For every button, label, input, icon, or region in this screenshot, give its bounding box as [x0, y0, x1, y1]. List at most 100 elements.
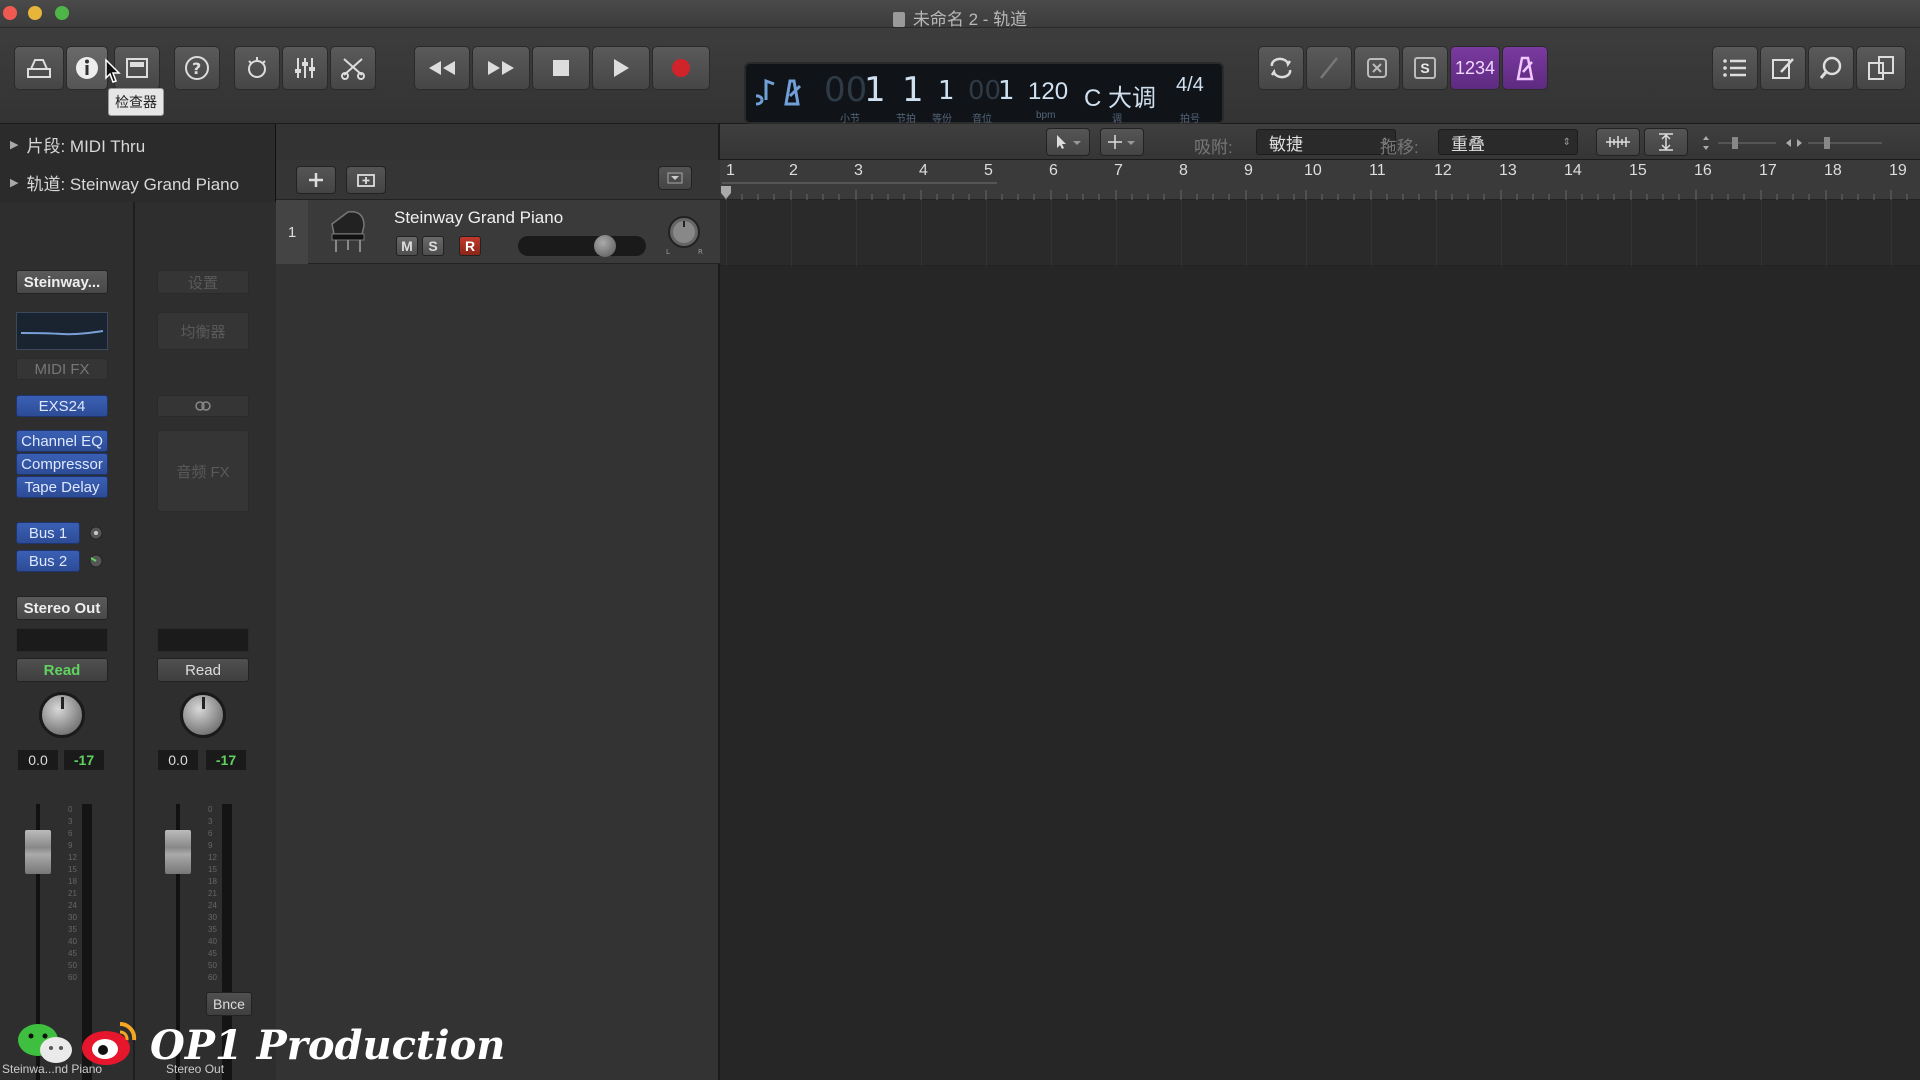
- audio-fx-slot-1[interactable]: Channel EQ: [16, 430, 108, 452]
- metronome-button[interactable]: [1502, 46, 1548, 90]
- bar-number: 7: [1114, 162, 1123, 179]
- note-pad-button[interactable]: [1760, 46, 1806, 90]
- track-folder-button[interactable]: [346, 166, 386, 194]
- solo-button[interactable]: S: [1402, 46, 1448, 90]
- stop-icon: [553, 60, 569, 76]
- smart-controls-button[interactable]: [234, 46, 280, 90]
- rewind-button[interactable]: [414, 46, 470, 90]
- library-button[interactable]: [14, 46, 64, 90]
- lcd-display[interactable]: 00 1 小节 1 节拍 1 等份 00 1 音位 120 bpm C 大调 调…: [744, 62, 1224, 125]
- track-name[interactable]: Steinway Grand Piano: [394, 208, 563, 228]
- mixer-icon: [295, 58, 315, 78]
- link-button[interactable]: [157, 395, 249, 417]
- global-tracks-button[interactable]: [658, 166, 692, 190]
- pan-knob-icon[interactable]: LR: [662, 212, 706, 256]
- grand-piano-icon[interactable]: [326, 206, 370, 256]
- send-level-knob-icon[interactable]: [88, 525, 104, 541]
- automation-mode-button[interactable]: Read: [16, 658, 108, 682]
- cycle-button[interactable]: [1258, 46, 1304, 90]
- waveform-zoom-button[interactable]: [1596, 128, 1640, 156]
- audio-fx-slot-2[interactable]: Compressor: [16, 453, 108, 475]
- stop-button[interactable]: [532, 46, 590, 90]
- record-button[interactable]: [652, 46, 710, 90]
- quick-help-button[interactable]: ?: [174, 46, 220, 90]
- peak-readout-right[interactable]: -17: [206, 750, 246, 770]
- snap-popup[interactable]: 敏捷 ⇕: [1256, 129, 1396, 155]
- horizontal-zoom-slider-icon[interactable]: [1784, 134, 1884, 152]
- mute-button[interactable]: M: [396, 236, 418, 256]
- track-row[interactable]: 1 Steinway Grand Piano M S R LR: [276, 200, 720, 264]
- group-slot-right[interactable]: [157, 628, 249, 652]
- svg-text:R: R: [698, 248, 703, 256]
- grid-line: [726, 200, 727, 266]
- track-headers-area: [276, 124, 720, 1080]
- volume-fader[interactable]: [25, 830, 51, 874]
- editors-button[interactable]: [330, 46, 376, 90]
- send-slot-2[interactable]: Bus 2: [16, 550, 80, 572]
- grid-line: [1181, 200, 1182, 266]
- grid-line: [1566, 200, 1567, 266]
- track-volume-slider[interactable]: [518, 236, 646, 256]
- region-inspector-header[interactable]: ▶ 片段: MIDI Thru: [0, 124, 276, 164]
- replace-button[interactable]: [1354, 46, 1400, 90]
- automation-mode-button-right[interactable]: Read: [157, 658, 249, 682]
- bounce-button[interactable]: Bnce: [206, 992, 252, 1016]
- volume-fader-right[interactable]: [165, 830, 191, 874]
- peak-readout[interactable]: -17: [64, 750, 104, 770]
- inspector-panel: ▶ 片段: MIDI Thru ▶ 轨道: Steinway Grand Piano…: [0, 124, 276, 1080]
- volume-readout-right[interactable]: 0.0: [158, 750, 198, 770]
- time-signature-value[interactable]: 4/4: [1176, 74, 1204, 97]
- track-volume-handle[interactable]: [594, 235, 616, 257]
- tracks-workspace[interactable]: [720, 200, 1920, 1080]
- browsers-button[interactable]: [1856, 46, 1906, 90]
- tuner-button[interactable]: [1306, 46, 1352, 90]
- metronome-icon: [1516, 56, 1534, 81]
- vertical-zoom-slider-icon[interactable]: [1700, 134, 1780, 152]
- bar-number: 4: [919, 162, 928, 179]
- fast-forward-button[interactable]: [472, 46, 530, 90]
- pan-knob-right[interactable]: [180, 692, 226, 738]
- grid-line: [1436, 200, 1437, 266]
- notepad-icon: [1772, 58, 1794, 79]
- key-value[interactable]: C 大调: [1084, 78, 1156, 113]
- list-editors-button[interactable]: [1712, 46, 1758, 90]
- pointer-tool-menu[interactable]: [1046, 128, 1090, 156]
- vertical-zoom-button[interactable]: [1644, 128, 1688, 156]
- grid-line: [1696, 200, 1697, 266]
- add-track-button[interactable]: [296, 166, 336, 194]
- instrument-slot-exs24[interactable]: EXS24: [16, 395, 108, 417]
- play-button[interactable]: [592, 46, 650, 90]
- group-slot[interactable]: [16, 628, 108, 652]
- record-enable-button[interactable]: R: [459, 236, 481, 256]
- mixer-button[interactable]: [282, 46, 328, 90]
- eq-slot[interactable]: 均衡器: [157, 312, 249, 350]
- secondary-tool-menu[interactable]: [1100, 128, 1144, 156]
- waveform-icon: [1606, 136, 1630, 148]
- inspector-button[interactable]: [66, 46, 108, 90]
- bar-number: 10: [1304, 162, 1322, 179]
- loop-browser-button[interactable]: [1808, 46, 1854, 90]
- ruler-ticks: [722, 182, 1908, 200]
- audio-fx-slot-3[interactable]: Tape Delay: [16, 476, 108, 498]
- volume-readout[interactable]: 0.0: [18, 750, 58, 770]
- drag-popup[interactable]: 重叠 ⇕: [1438, 129, 1578, 155]
- count-in-button[interactable]: 1234: [1450, 46, 1500, 90]
- bar-number: 14: [1564, 162, 1582, 179]
- audio-fx-slot-empty[interactable]: 音频 FX: [157, 430, 249, 512]
- eq-thumbnail[interactable]: [16, 312, 108, 350]
- send-level-knob-icon[interactable]: [88, 553, 104, 569]
- bar-ruler[interactable]: 1 2 3 4 5 6 7 8 9 10 11 12 13 14 15 16 1…: [720, 160, 1920, 200]
- patch-name-button[interactable]: Steinway...: [16, 270, 108, 294]
- send-slot-1[interactable]: Bus 1: [16, 522, 80, 544]
- playhead-icon[interactable]: [720, 186, 732, 200]
- track-lane[interactable]: [720, 200, 1920, 266]
- settings-slot[interactable]: 设置: [157, 270, 249, 294]
- pan-knob[interactable]: [39, 692, 85, 738]
- midi-fx-slot[interactable]: MIDI FX: [16, 358, 108, 380]
- track-inspector-header[interactable]: ▶ 轨道: Steinway Grand Piano: [0, 162, 276, 202]
- weibo-logo-icon: [82, 1021, 137, 1065]
- output-slot[interactable]: Stereo Out: [16, 596, 108, 620]
- drag-label: 拖移:: [1380, 138, 1419, 157]
- tempo-value[interactable]: 120: [1028, 78, 1068, 106]
- solo-track-button[interactable]: S: [422, 236, 444, 256]
